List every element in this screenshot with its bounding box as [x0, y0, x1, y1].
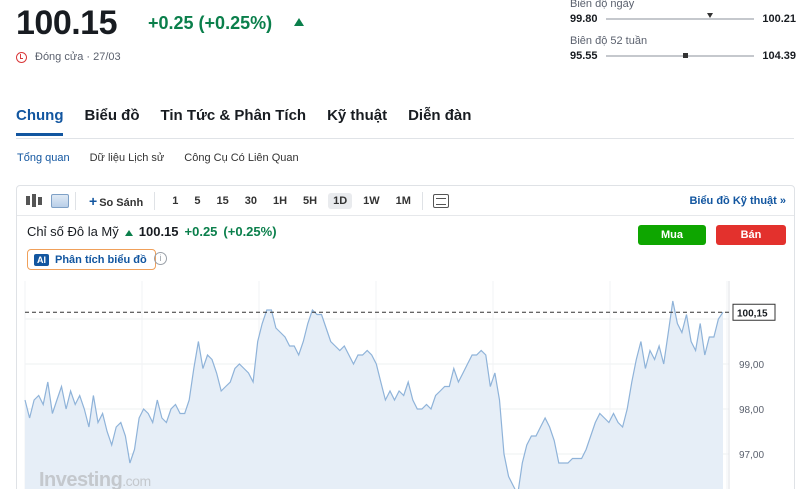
ai-analysis-label: Phân tích biểu đồ [55, 253, 147, 266]
week52-range-marker [682, 53, 688, 58]
tab-technical[interactable]: Kỹ thuật [327, 107, 387, 136]
ai-chart-analysis-button[interactable]: AI Phân tích biểu đồ [27, 249, 156, 270]
compare-button[interactable]: + So Sánh [84, 191, 148, 211]
up-arrow-icon [294, 18, 304, 26]
instrument-change: +0.25 [184, 224, 218, 239]
up-arrow-icon [124, 229, 133, 236]
chart-panel: + So Sánh 1 5 15 30 1H 5H 1D 1W 1M Biểu đồ Kỹ thu… [16, 185, 795, 489]
instrument-price: 100.15 [138, 224, 179, 239]
market-status: Đóng cửa · 27/03 [16, 51, 121, 63]
timeframe-1d-button[interactable]: 1D [328, 192, 353, 209]
main-tabs: Chung Biểu đồ Tin Tức & Phân Tích Kỹ thu… [16, 107, 471, 136]
y-tick-label: 98,00 [739, 405, 764, 416]
sell-button[interactable]: Bán [716, 225, 786, 245]
week52-range-title: Biên độ 52 tuần [570, 35, 648, 47]
day-range-low: 99.80 [570, 13, 598, 25]
subtab-related-tools[interactable]: Công Cụ Có Liên Quan [184, 152, 298, 164]
tab-news-analysis[interactable]: Tin Tức & Phân Tích [160, 107, 306, 136]
timeframe-list: 1 5 15 30 1H 5H 1D 1W 1M [161, 192, 416, 209]
technical-chart-link[interactable]: Biểu đồ Kỹ thuật » [689, 195, 786, 207]
timeframe-30-button[interactable]: 30 [240, 193, 262, 209]
timeframe-1-button[interactable]: 1 [167, 193, 183, 209]
watermark-brand: Investing [39, 469, 123, 489]
sub-tabs: Tổng quan Dữ liệu Lịch sử Công Cụ Có Liê… [17, 152, 299, 164]
timeframe-1h-button[interactable]: 1H [268, 193, 292, 209]
table-icon[interactable] [432, 193, 449, 208]
tabs-divider [16, 138, 794, 139]
week52-range-high: 104.39 [762, 50, 796, 62]
week52-range-low: 95.55 [570, 50, 598, 62]
last-value-label: 100,15 [737, 308, 768, 319]
toolbar-divider [75, 191, 76, 210]
toolbar-divider [154, 191, 156, 210]
price-change: +0.25 (+0.25%) [148, 13, 273, 33]
compare-label: So Sánh [99, 196, 144, 209]
day-range-high: 100.21 [762, 13, 796, 25]
instrument-change-pct: (+0.25%) [223, 224, 277, 239]
price-chart[interactable]: 99,00 98,00 97,00 100,15 [17, 281, 794, 489]
candlestick-icon[interactable] [25, 193, 43, 209]
tab-chart[interactable]: Biểu đồ [84, 107, 139, 136]
info-icon[interactable]: i [154, 252, 167, 265]
clock-icon [16, 51, 27, 63]
instrument-row: Chỉ số Đô la Mỹ 100.15 +0.25 (+0.25%) [27, 224, 277, 239]
timeframe-15-button[interactable]: 15 [211, 193, 233, 209]
ai-badge: AI [34, 253, 49, 266]
day-range-marker [706, 13, 713, 18]
chart-toolbar: + So Sánh 1 5 15 30 1H 5H 1D 1W 1M Biểu đồ Kỹ thu… [17, 186, 794, 216]
timeframe-1w-button[interactable]: 1W [358, 193, 385, 209]
investing-watermark: Investing.com [39, 469, 151, 489]
timeframe-1m-button[interactable]: 1M [391, 193, 416, 209]
timeframe-5-button[interactable]: 5 [189, 193, 205, 209]
tab-forum[interactable]: Diễn đàn [408, 107, 471, 136]
toolbar-divider [421, 191, 423, 210]
instrument-name: Chỉ số Đô la Mỹ [27, 224, 119, 239]
area-chart-icon[interactable] [51, 193, 69, 208]
buy-button[interactable]: Mua [638, 225, 706, 245]
day-range-bar [605, 13, 755, 20]
y-tick-label: 99,00 [739, 360, 764, 371]
subtab-historical-data[interactable]: Dữ liệu Lịch sử [90, 152, 165, 164]
last-price: 100.15 [16, 4, 118, 42]
y-tick-label: 97,00 [739, 450, 764, 461]
market-status-label: Đóng cửa · 27/03 [35, 51, 121, 63]
week52-range: Biên độ 52 tuần 95.55 104.39 [570, 35, 796, 62]
week52-range-bar [605, 53, 755, 58]
tab-overview[interactable]: Chung [16, 107, 64, 136]
plus-icon: + [89, 192, 98, 209]
timeframe-5h-button[interactable]: 5H [298, 193, 322, 209]
day-range: Biên độ ngày 99.80 100.21 [570, 0, 796, 25]
subtab-overview[interactable]: Tổng quan [17, 152, 70, 164]
watermark-suffix: .com [122, 473, 151, 489]
day-range-title: Biên độ ngày [570, 0, 635, 10]
